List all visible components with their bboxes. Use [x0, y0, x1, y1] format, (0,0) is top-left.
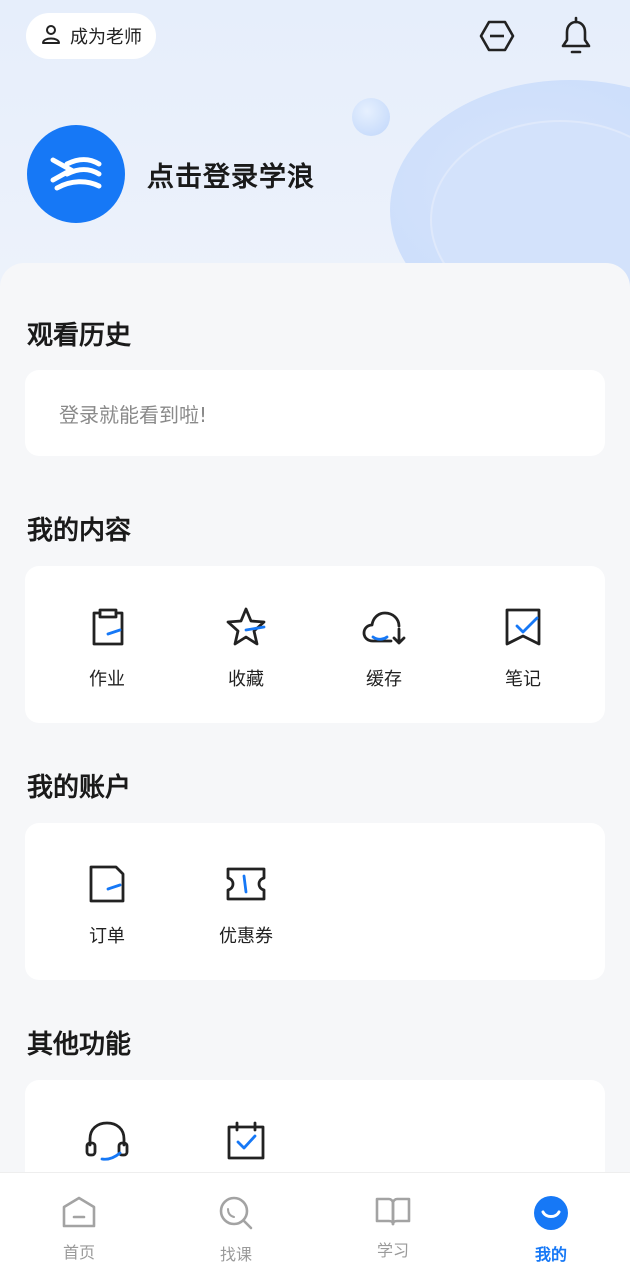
profile-icon — [533, 1195, 569, 1235]
book-icon — [374, 1195, 412, 1231]
homework-label: 作业 — [89, 669, 125, 690]
tab-mine-label: 我的 — [534, 1245, 567, 1264]
tab-study[interactable]: 学习 — [343, 1195, 443, 1261]
favorites-item[interactable]: 收藏 — [191, 603, 301, 691]
tab-home[interactable]: 首页 — [29, 1195, 129, 1263]
cloud-download-icon — [360, 603, 408, 651]
my-account-card: 订单 优惠券 — [25, 823, 605, 980]
customer-service-item[interactable] — [52, 1117, 162, 1165]
person-icon — [40, 23, 62, 50]
login-prompt: 点击登录学浪 — [147, 161, 315, 193]
login-block[interactable]: 点击登录学浪 — [27, 125, 315, 223]
clipboard-icon — [83, 603, 131, 651]
other-title: 其他功能 — [27, 1030, 132, 1060]
scan-icon[interactable] — [477, 16, 517, 56]
coupon-icon — [222, 860, 270, 908]
favorites-label: 收藏 — [228, 669, 264, 690]
my-content-card: 作业 收藏 缓存 笔记 — [25, 566, 605, 723]
order-item[interactable]: 订单 — [52, 860, 162, 948]
history-title: 观看历史 — [27, 321, 132, 351]
my-account-title: 我的账户 — [27, 773, 132, 803]
calendar-check-icon — [222, 1117, 270, 1165]
coupon-item[interactable]: 优惠券 — [191, 860, 301, 948]
become-teacher-button[interactable]: 成为老师 — [26, 13, 156, 59]
tab-mine[interactable]: 我的 — [501, 1195, 601, 1265]
notes-item[interactable]: 笔记 — [468, 603, 578, 691]
tab-home-label: 首页 — [62, 1243, 95, 1262]
history-empty-text: 登录就能看到啦! — [59, 402, 208, 427]
decorative-ball — [352, 98, 390, 136]
tab-find-course[interactable]: 找课 — [186, 1195, 286, 1265]
bottom-tab-bar: 首页 找课 学习 我的 — [0, 1172, 630, 1280]
order-icon — [83, 860, 131, 908]
become-teacher-label: 成为老师 — [70, 27, 142, 48]
coupon-label: 优惠券 — [219, 926, 273, 947]
tab-study-label: 学习 — [376, 1241, 409, 1260]
cache-item[interactable]: 缓存 — [329, 603, 439, 691]
star-icon — [222, 603, 270, 651]
search-icon — [218, 1195, 254, 1235]
home-icon — [61, 1195, 97, 1233]
other-card — [25, 1080, 605, 1180]
notes-label: 笔记 — [505, 669, 541, 690]
order-label: 订单 — [89, 926, 125, 947]
app-logo — [27, 125, 125, 223]
calendar-item[interactable] — [191, 1117, 301, 1165]
bell-icon[interactable] — [556, 16, 596, 56]
note-check-icon — [499, 603, 547, 651]
headset-icon — [83, 1117, 131, 1165]
homework-item[interactable]: 作业 — [52, 603, 162, 691]
my-content-title: 我的内容 — [27, 516, 132, 546]
cache-label: 缓存 — [366, 669, 402, 690]
history-card[interactable]: 登录就能看到啦! — [25, 370, 605, 456]
tab-find-course-label: 找课 — [219, 1245, 252, 1264]
